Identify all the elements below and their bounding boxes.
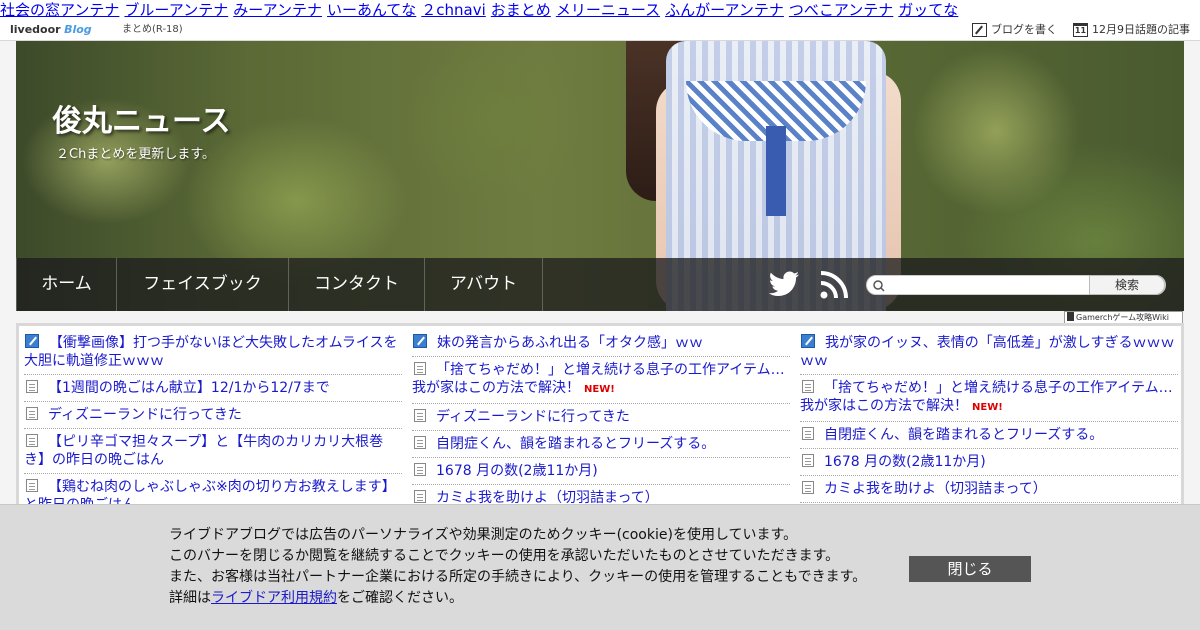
cookie-banner: ライブドアブログでは広告のパーソナライズや効果測定のためクッキー(cookie)… — [0, 504, 1200, 630]
page-icon — [802, 427, 814, 440]
links-column-3: 我が家のイッヌ、表情の「高低差」が激しすぎるｗｗｗｗｗ 「捨てちゃだめ！」と増え続… — [800, 330, 1178, 520]
page-icon — [802, 454, 814, 467]
links-column-2: 妹の発言からあふれ出る「オタク感」ｗｗ 「捨てちゃだめ！」と増え続ける息子の工作ア… — [412, 330, 790, 512]
list-item[interactable]: 【ピリ辛ゴマ担々スープ】と【牛肉のカリカリ大根巻き】の昨日の晩ごはん — [24, 429, 402, 474]
blog-description: ２Chまとめを更新します。 — [56, 147, 216, 162]
page-icon — [26, 434, 38, 447]
page-icon — [26, 479, 38, 492]
page-icon — [26, 380, 38, 393]
nav-facebook[interactable]: フェイスブック — [117, 258, 289, 311]
list-item-title: 1678 月の数(2歳11か月) — [824, 454, 986, 470]
cookie-message: ライブドアブログでは広告のパーソナライズや効果測定のためクッキー(cookie)… — [169, 525, 866, 609]
list-item[interactable]: ディズニーランドに行ってきた — [412, 404, 790, 431]
page-icon — [802, 481, 814, 494]
calendar-icon: 11 — [1073, 23, 1088, 37]
write-blog-label: ブログを書く — [991, 23, 1057, 36]
cookie-line-4: 詳細はライブドア利用規約をご確認ください。 — [169, 588, 866, 609]
livedoor-toolbar: livedoor Blog まとめ(R-18) ブログを書く 11 12月9日話… — [0, 20, 1200, 41]
antenna-link-bar: 社会の窓アンテナ ブルーアンテナ みーアンテナ いーあんてな ２chnavi おまとめ メリ… — [0, 0, 1200, 20]
antenna-link[interactable]: みーアンテナ — [233, 1, 322, 19]
antenna-link[interactable]: 社会の窓アンテナ — [0, 1, 119, 19]
list-item[interactable]: カミよ我を助けよ（切羽詰まって） — [800, 476, 1178, 503]
antenna-link[interactable]: おまとめ — [491, 1, 551, 19]
list-item-title: ディズニーランドに行ってきた — [48, 407, 242, 423]
search-icon — [873, 280, 885, 292]
nav-contact[interactable]: コンタクト — [289, 258, 425, 311]
antenna-link[interactable]: いーあんてな — [327, 1, 416, 19]
list-item[interactable]: 自閉症くん、韻を踏まれるとフリーズする。 — [800, 422, 1178, 449]
toolbar-right: ブログを書く 11 12月9日話題の記事 — [972, 20, 1190, 40]
list-item[interactable]: 1678 月の数(2歳11か月) — [800, 449, 1178, 476]
blog-category[interactable]: まとめ(R-18) — [122, 20, 183, 40]
blog-icon — [413, 334, 427, 348]
list-item[interactable]: ディズニーランドに行ってきた — [24, 402, 402, 429]
list-item[interactable]: 「捨てちゃだめ！」と増え続ける息子の工作アイテム…我が家はこの方法で解決！ NEW… — [800, 375, 1178, 422]
cookie-close-button[interactable]: 閉じる — [909, 556, 1031, 582]
write-blog-link[interactable]: ブログを書く — [972, 20, 1057, 40]
search-box: 検索 — [866, 275, 1166, 295]
list-item-title: 妹の発言からあふれ出る「オタク感」ｗｗ — [437, 335, 703, 351]
antenna-link[interactable]: つべこアンテナ — [789, 1, 893, 19]
antenna-link[interactable]: ブルーアンテナ — [124, 1, 228, 19]
antenna-link[interactable]: ふんがーアンテナ — [665, 1, 784, 19]
antenna-link[interactable]: ２chnavi — [421, 1, 486, 19]
cookie-line-4-suffix: をご確認ください。 — [337, 590, 463, 606]
gamerch-icon — [1067, 312, 1074, 321]
pencil-icon — [972, 23, 987, 37]
nav-about[interactable]: アバウト — [425, 258, 543, 311]
list-item-title: 【ピリ辛ゴマ担々スープ】と【牛肉のカリカリ大根巻き】の昨日の晩ごはん — [24, 434, 384, 468]
page-icon — [414, 362, 426, 375]
list-item-title: 我が家のイッヌ、表情の「高低差」が激しすぎるｗｗｗｗｗ — [800, 335, 1175, 369]
twitter-icon[interactable] — [768, 271, 800, 299]
page-icon — [414, 436, 426, 449]
livedoor-terms-link[interactable]: ライブドア利用規約 — [211, 590, 337, 606]
main-nav: ホーム フェイスブック コンタクト アバウト 検索 — [16, 258, 1184, 311]
new-badge: NEW! — [584, 384, 615, 395]
list-item-title: ディズニーランドに行ってきた — [436, 409, 630, 425]
links-column-1: 【衝撃画像】打つ手がないほど大失敗したオムライスを大胆に軌道修正ｗｗｗ 【1週間の… — [24, 330, 402, 519]
page-icon — [414, 409, 426, 422]
list-item-title: 1678 月の数(2歳11か月) — [436, 463, 598, 479]
nav-home[interactable]: ホーム — [16, 258, 117, 311]
rss-icon[interactable] — [820, 271, 848, 299]
search-input[interactable] — [887, 277, 1087, 293]
list-item-title: 【1週間の晩ごはん献立】12/1から12/7まで — [48, 380, 330, 396]
cookie-line-2: このバナーを閉じるか閲覧を継続することでクッキーの使用を承認いただいたものとさせ… — [169, 548, 840, 564]
list-item[interactable]: 自閉症くん、韻を踏まれるとフリーズする。 — [412, 431, 790, 458]
blog-icon — [25, 334, 39, 348]
list-item-title: 自閉症くん、韻を踏まれるとフリーズする。 — [436, 436, 716, 452]
related-links-panel: 【衝撃画像】打つ手がないほど大失敗したオムライスを大胆に軌道修正ｗｗｗ 【1週間の… — [16, 323, 1184, 523]
antenna-link[interactable]: メリーニュース — [556, 1, 660, 19]
cookie-line-4-prefix: 詳細は — [169, 590, 211, 606]
cookie-line-1: ライブドアブログでは広告のパーソナライズや効果測定のためクッキー(cookie)… — [169, 527, 798, 543]
topic-articles-label: 12月9日話題の記事 — [1092, 23, 1190, 36]
new-badge: NEW! — [972, 402, 1003, 413]
list-item[interactable]: 我が家のイッヌ、表情の「高低差」が激しすぎるｗｗｗｗｗ — [800, 330, 1178, 375]
list-item-title: 【衝撃画像】打つ手がないほど大失敗したオムライスを大胆に軌道修正ｗｗｗ — [24, 335, 398, 369]
list-item-title: カミよ我を助けよ（切羽詰まって） — [824, 481, 1047, 497]
list-item[interactable]: 【衝撃画像】打つ手がないほど大失敗したオムライスを大胆に軌道修正ｗｗｗ — [24, 330, 402, 375]
page-icon — [414, 490, 426, 503]
page-icon — [414, 463, 426, 476]
blog-title[interactable]: 俊丸ニュース — [52, 96, 231, 140]
page-icon — [26, 407, 38, 420]
cookie-line-3: また、お客様は当社パートナー企業における所定の手続きにより、クッキーの使用を管理… — [169, 569, 867, 585]
blog-logo-text: Blog — [64, 23, 92, 36]
list-item[interactable]: 1678 月の数(2歳11か月) — [412, 458, 790, 485]
antenna-link[interactable]: ガッてな — [898, 1, 958, 19]
livedoor-logo-text: livedoor — [10, 23, 61, 36]
list-item[interactable]: 【1週間の晩ごはん献立】12/1から12/7まで — [24, 375, 402, 402]
list-item-title: 自閉症くん、韻を踏まれるとフリーズする。 — [824, 427, 1104, 443]
search-button[interactable]: 検索 — [1089, 275, 1165, 295]
list-item[interactable]: 「捨てちゃだめ！」と増え続ける息子の工作アイテム…我が家はこの方法で解決！ NEW… — [412, 357, 790, 404]
livedoor-blog-logo[interactable]: livedoor Blog — [10, 20, 92, 40]
page-icon — [802, 380, 814, 393]
topic-articles-link[interactable]: 11 12月9日話題の記事 — [1073, 20, 1190, 40]
list-item[interactable]: 妹の発言からあふれ出る「オタク感」ｗｗ — [412, 330, 790, 357]
gamerch-label: Gamerchゲーム攻略Wiki — [1076, 313, 1169, 322]
blog-icon — [801, 334, 815, 348]
